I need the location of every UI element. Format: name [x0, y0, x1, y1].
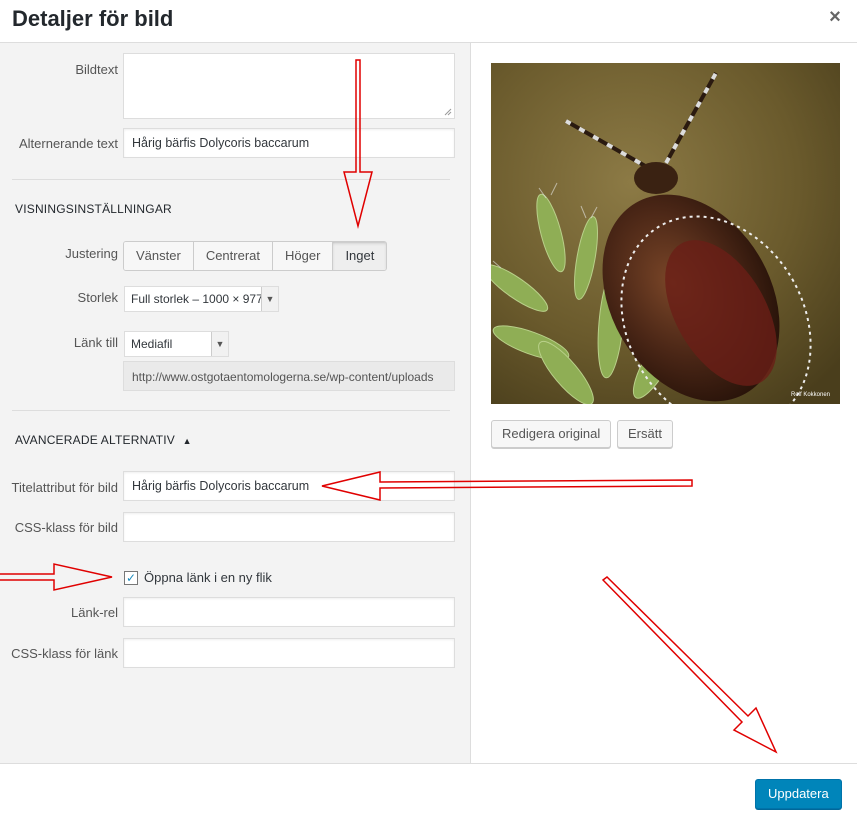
link-to-select[interactable]: Mediafil ▼ [124, 331, 229, 357]
link-to-select-value: Mediafil [131, 337, 173, 351]
replace-button[interactable]: Ersätt [617, 420, 673, 448]
close-icon[interactable]: × [824, 6, 846, 28]
title-attribute-label: Titelattribut för bild [11, 480, 118, 495]
chevron-down-icon: ▼ [261, 287, 278, 311]
triangle-up-icon: ▲ [182, 436, 192, 446]
align-none-button[interactable]: Inget [333, 242, 387, 270]
advanced-options-heading: Avancerade alternativ [15, 433, 176, 447]
alt-text-input[interactable]: Hårig bärfis Dolycoris baccarum [123, 128, 455, 158]
display-settings-heading: Visningsinställningar [15, 202, 172, 216]
divider [12, 179, 450, 180]
link-rel-label: Länk-rel [71, 605, 118, 620]
link-url-field[interactable]: http://www.ostgotaentomologerna.se/wp-co… [123, 361, 455, 391]
chevron-down-icon: ▼ [211, 332, 228, 356]
align-label: Justering [65, 246, 118, 261]
link-rel-input[interactable] [123, 597, 455, 627]
open-new-tab-label[interactable]: Öppna länk i en ny flik [144, 570, 272, 585]
size-select[interactable]: Full storlek – 1000 × 977 ▼ [124, 286, 279, 312]
resize-handle-icon[interactable] [444, 108, 452, 116]
edit-original-button[interactable]: Redigera original [491, 420, 612, 448]
size-label: Storlek [77, 290, 118, 305]
title-attribute-input[interactable]: Hårig bärfis Dolycoris baccarum [123, 471, 455, 501]
align-center-button[interactable]: Centrerat [193, 242, 274, 270]
caption-label: Bildtext [75, 62, 118, 77]
dialog-title: Detaljer för bild [12, 6, 174, 31]
css-class-image-input[interactable] [123, 512, 455, 542]
link-to-label: Länk till [73, 335, 118, 350]
bug-photo: Rolf Kokkonen [491, 63, 840, 404]
advanced-options-toggle[interactable]: Avancerade alternativ ▲ [15, 433, 192, 447]
css-class-link-input[interactable] [123, 638, 455, 668]
dialog-footer [0, 763, 857, 821]
caption-textarea[interactable] [123, 53, 455, 119]
watermark-text: Rolf Kokkonen [791, 392, 830, 398]
image-preview: Rolf Kokkonen [491, 63, 840, 404]
alt-text-label: Alternerande text [18, 136, 118, 151]
css-class-link-label: CSS-klass för länk [11, 646, 118, 661]
align-left-button[interactable]: Vänster [124, 242, 194, 270]
divider [12, 410, 450, 411]
dialog-header: Detaljer för bild × [0, 0, 857, 43]
update-button[interactable]: Uppdatera [755, 779, 842, 809]
checkbox-checked-icon[interactable]: ✓ [124, 571, 138, 585]
align-button-group: Vänster Centrerat Höger Inget [123, 241, 388, 271]
size-select-value: Full storlek – 1000 × 977 [131, 292, 263, 306]
arrow-diagonal-annotation [601, 576, 778, 754]
align-right-button[interactable]: Höger [273, 242, 334, 270]
css-class-image-label: CSS-klass för bild [14, 520, 118, 535]
